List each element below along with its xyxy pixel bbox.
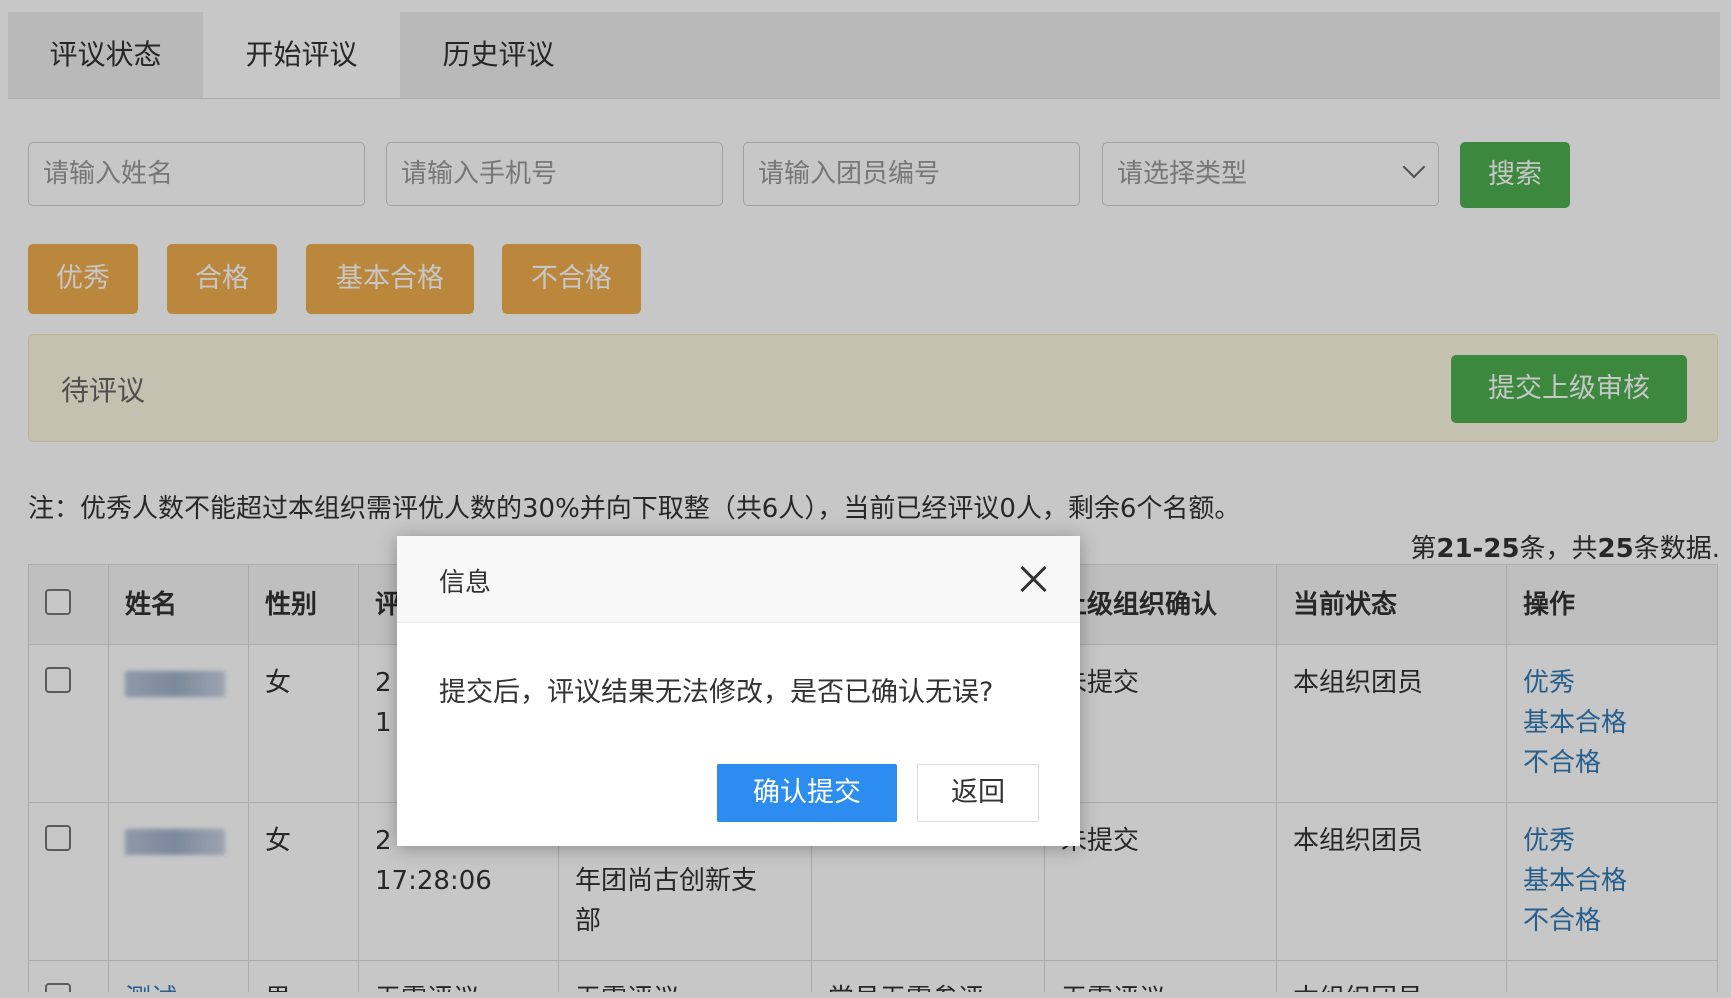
modal-overlay[interactable] — [0, 0, 1731, 998]
dialog-title: 信息 — [439, 568, 492, 598]
dialog-message: 提交后，评议结果无法修改，是否已确认无误? — [439, 677, 994, 708]
back-button[interactable]: 返回 — [917, 764, 1039, 822]
confirm-submit-button[interactable]: 确认提交 — [717, 764, 897, 822]
close-icon[interactable] — [1016, 562, 1050, 596]
dialog-header: 信息 — [397, 536, 1080, 623]
confirm-dialog: 信息 提交后，评议结果无法修改，是否已确认无误? 确认提交 返回 — [397, 536, 1080, 846]
